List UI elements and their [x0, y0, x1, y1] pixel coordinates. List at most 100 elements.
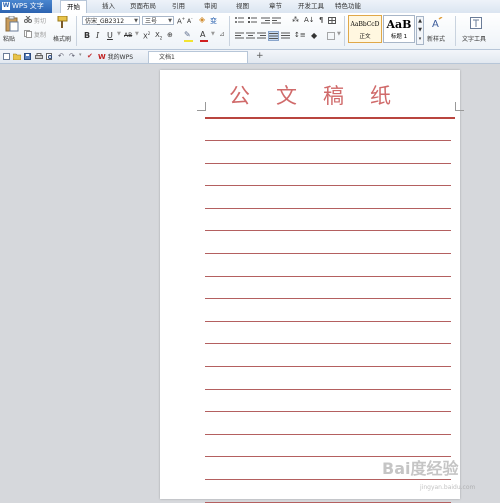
format-painter-icon[interactable] — [56, 16, 68, 28]
grow-font-icon[interactable]: A+ — [177, 16, 185, 25]
chevron-down-icon: ▼ — [134, 18, 138, 24]
font-dialog-icon[interactable]: ⊿ — [219, 30, 225, 38]
title-red-rule — [205, 117, 455, 119]
paste-icon[interactable] — [5, 16, 19, 32]
ruled-line — [205, 320, 451, 322]
new-style-button[interactable]: 新样式 — [427, 34, 445, 43]
print-icon[interactable] — [35, 53, 43, 60]
new-doc-icon[interactable] — [3, 53, 10, 60]
underline-icon[interactable]: U — [107, 31, 113, 40]
ruled-line — [205, 366, 451, 367]
borders-dropdown-icon[interactable]: ▼ — [337, 31, 341, 37]
chinese-layout-icon[interactable]: ⁂ — [292, 16, 299, 24]
borders-icon[interactable] — [327, 32, 335, 40]
increase-indent-icon[interactable] — [272, 17, 281, 24]
numbering-icon[interactable] — [248, 17, 257, 24]
document-title[interactable]: 公文稿纸 — [160, 80, 460, 110]
tab-document1[interactable]: 文档1 — [148, 51, 248, 63]
font-size-select[interactable]: 三号 ▼ — [142, 16, 174, 25]
paste-button[interactable]: 粘贴 — [3, 34, 15, 43]
align-right-icon[interactable] — [257, 32, 266, 39]
superscript-icon[interactable]: X2 — [143, 31, 150, 40]
ribbon: 粘贴 剪切 复制 格式刷 仿宋_GB2312 ▼ 三号 ▼ A+ A- ◈ 变 B … — [0, 13, 500, 50]
divider — [344, 16, 345, 46]
ruled-line — [205, 162, 451, 164]
ruled-line — [205, 501, 451, 503]
menu-tab-features[interactable]: 特色功能 — [335, 0, 361, 13]
ruled-line — [205, 185, 451, 187]
text-tools-button[interactable]: 文字工具 — [462, 34, 486, 43]
subscript-icon[interactable]: X2 — [155, 31, 162, 40]
underline-dropdown-icon[interactable]: ▼ — [117, 31, 121, 37]
menu-tab-developer[interactable]: 开发工具 — [298, 0, 324, 13]
align-center-icon[interactable] — [246, 32, 255, 39]
menu-tab-page-layout[interactable]: 页面布局 — [130, 0, 156, 13]
divider — [229, 16, 230, 46]
decrease-indent-icon[interactable] — [261, 17, 270, 24]
line-spacing-icon[interactable]: ↕≡ — [294, 31, 306, 39]
cut-button[interactable]: 剪切 — [34, 16, 46, 25]
strike-dropdown-icon[interactable]: ▼ — [135, 31, 139, 37]
show-marks-icon[interactable]: ¶ — [319, 16, 323, 24]
shrink-font-icon[interactable]: A- — [187, 16, 193, 25]
highlight-icon[interactable]: ✎ — [184, 30, 191, 39]
justify-icon[interactable] — [268, 31, 279, 41]
wps-w-icon: W — [98, 53, 106, 61]
style-normal[interactable]: AaBbCcD 正文 — [348, 15, 382, 43]
check-icon[interactable]: ✔ — [87, 52, 93, 60]
ruled-line — [205, 343, 451, 345]
copy-icon[interactable] — [24, 30, 32, 38]
style-heading1[interactable]: AaB 标题 1 — [383, 15, 415, 43]
distribute-icon[interactable] — [281, 32, 290, 39]
menu-tab-view[interactable]: 视图 — [236, 0, 249, 13]
font-color-icon[interactable]: A — [200, 30, 205, 39]
document-page[interactable]: 公文稿纸 — [160, 70, 464, 503]
app-menu-button[interactable]: W WPS 文字 — [0, 0, 52, 13]
svg-text:A: A — [432, 19, 439, 29]
italic-icon[interactable]: I — [96, 31, 99, 40]
watermark: Bai度经验 — [382, 459, 459, 478]
style-normal-label: 正文 — [359, 34, 371, 40]
strikethrough-icon[interactable]: AB — [124, 32, 132, 39]
divider — [455, 16, 456, 46]
tab-my-wps[interactable]: W 我的WPS — [98, 51, 133, 63]
ruled-line — [205, 411, 451, 413]
menu-tab-chapter[interactable]: 章节 — [269, 0, 282, 13]
font-size-value: 三号 — [145, 18, 158, 25]
save-icon[interactable] — [24, 53, 31, 60]
text-tools-icon[interactable] — [470, 17, 482, 29]
menu-tab-review[interactable]: 审阅 — [204, 0, 217, 13]
char-border-icon[interactable]: ⊕ — [167, 31, 173, 39]
redo-icon[interactable]: ↷ — [69, 52, 75, 60]
styles-scroll[interactable]: ▲ ▼ ▾ — [416, 16, 424, 45]
quick-access-bar: ↶ ↷ ▾ ✔ W 我的WPS 文档1 + — [0, 50, 500, 64]
font-color-dropdown-icon[interactable]: ▼ — [211, 31, 215, 37]
align-left-icon[interactable] — [235, 32, 244, 39]
table-icon[interactable] — [328, 17, 336, 24]
new-style-icon[interactable]: A — [431, 17, 443, 29]
font-name-value: 仿宋_GB2312 — [85, 18, 125, 25]
style-heading1-label: 标题 1 — [390, 34, 408, 40]
bold-icon[interactable]: B — [84, 31, 90, 40]
clear-format-icon[interactable]: ◈ — [199, 15, 205, 24]
scissors-icon[interactable] — [24, 16, 32, 23]
undo-icon[interactable]: ↶ — [58, 52, 64, 60]
shading-icon[interactable]: ◆ — [311, 31, 317, 40]
app-name: WPS 文字 — [12, 2, 44, 10]
new-tab-button[interactable]: + — [256, 51, 264, 61]
ruled-line — [205, 140, 451, 141]
ruled-line — [205, 207, 451, 209]
document-tab-label: 文档1 — [159, 54, 175, 61]
open-folder-icon[interactable] — [13, 53, 21, 60]
print-preview-icon[interactable] — [46, 53, 53, 60]
bullets-icon[interactable] — [235, 17, 244, 24]
menu-tab-insert[interactable]: 插入 — [102, 0, 115, 13]
copy-button[interactable]: 复制 — [34, 30, 46, 39]
menu-tab-references[interactable]: 引用 — [172, 0, 185, 13]
customize-dropdown-icon[interactable]: ▾ — [79, 52, 82, 58]
sort-icon[interactable]: A↓ — [304, 16, 315, 24]
font-name-select[interactable]: 仿宋_GB2312 ▼ — [82, 16, 140, 25]
phonetic-icon[interactable]: 变 — [210, 16, 217, 26]
ruled-line — [205, 298, 451, 300]
format-painter-button[interactable]: 格式刷 — [53, 34, 71, 43]
